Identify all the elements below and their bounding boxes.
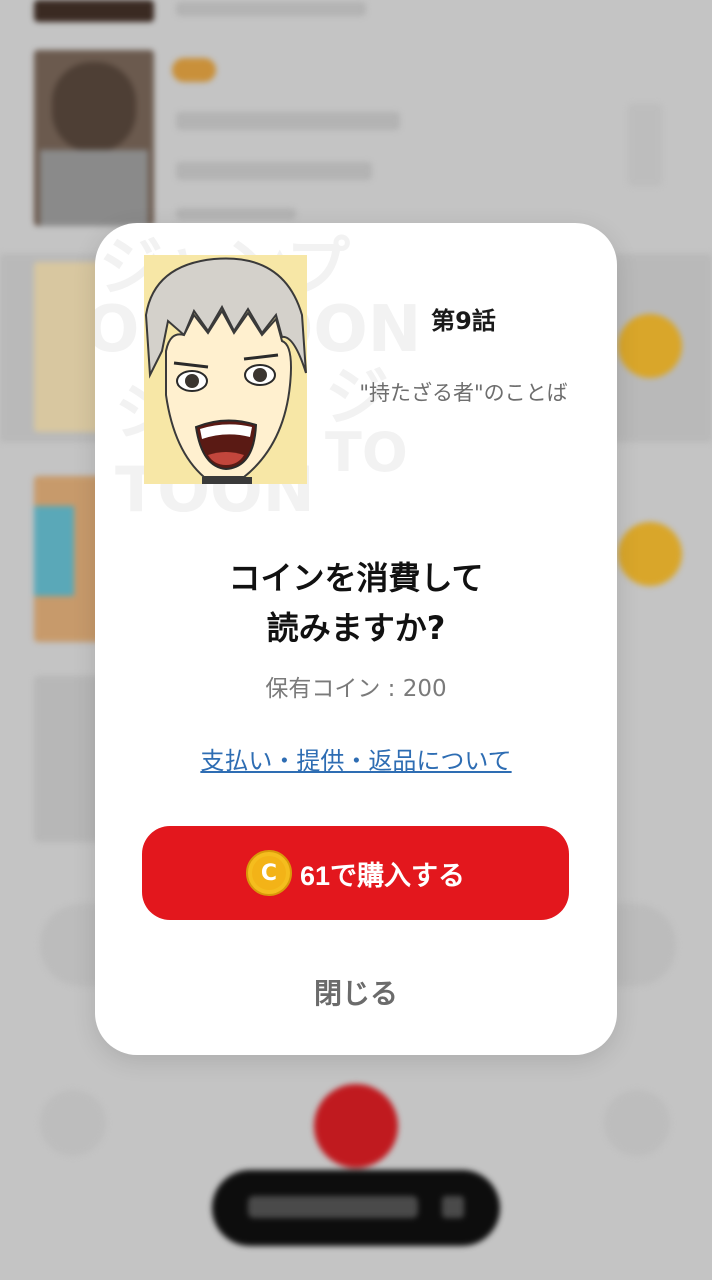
list-item — [0, 50, 712, 230]
coin-icon: C — [245, 850, 292, 896]
thumbnail — [34, 0, 154, 22]
coin-icon — [618, 522, 682, 586]
owned-coins: 保有コイン : 200 — [265, 676, 447, 702]
close-button[interactable]: 閉じる — [256, 968, 456, 1018]
purchase-dialog: ジャンプ ON TOON ジ TO ジ TOON — [95, 223, 617, 1055]
payment-policy-link[interactable]: 支払い・提供・返品について — [95, 741, 617, 776]
episode-cover — [144, 255, 307, 484]
question-line: 読みますか? — [266, 609, 446, 647]
coin-icon — [618, 314, 682, 378]
question-line: コインを消費して — [228, 559, 484, 597]
svg-text:TO: TO — [325, 421, 408, 484]
episode-title: "持たざる者"のことば — [359, 381, 568, 405]
buy-button-label: 61で購入する — [299, 860, 466, 891]
read-button — [314, 1084, 398, 1168]
prev-icon — [40, 1090, 106, 1156]
purchase-question: コインを消費して 読みますか? — [95, 553, 617, 653]
next-icon — [604, 1090, 670, 1156]
episode-number: 第9話 — [431, 307, 496, 335]
buy-button[interactable]: C 61で購入する — [142, 826, 569, 920]
app-download-banner — [212, 1170, 500, 1246]
thumbnail — [34, 50, 154, 226]
list-item — [0, 0, 712, 30]
